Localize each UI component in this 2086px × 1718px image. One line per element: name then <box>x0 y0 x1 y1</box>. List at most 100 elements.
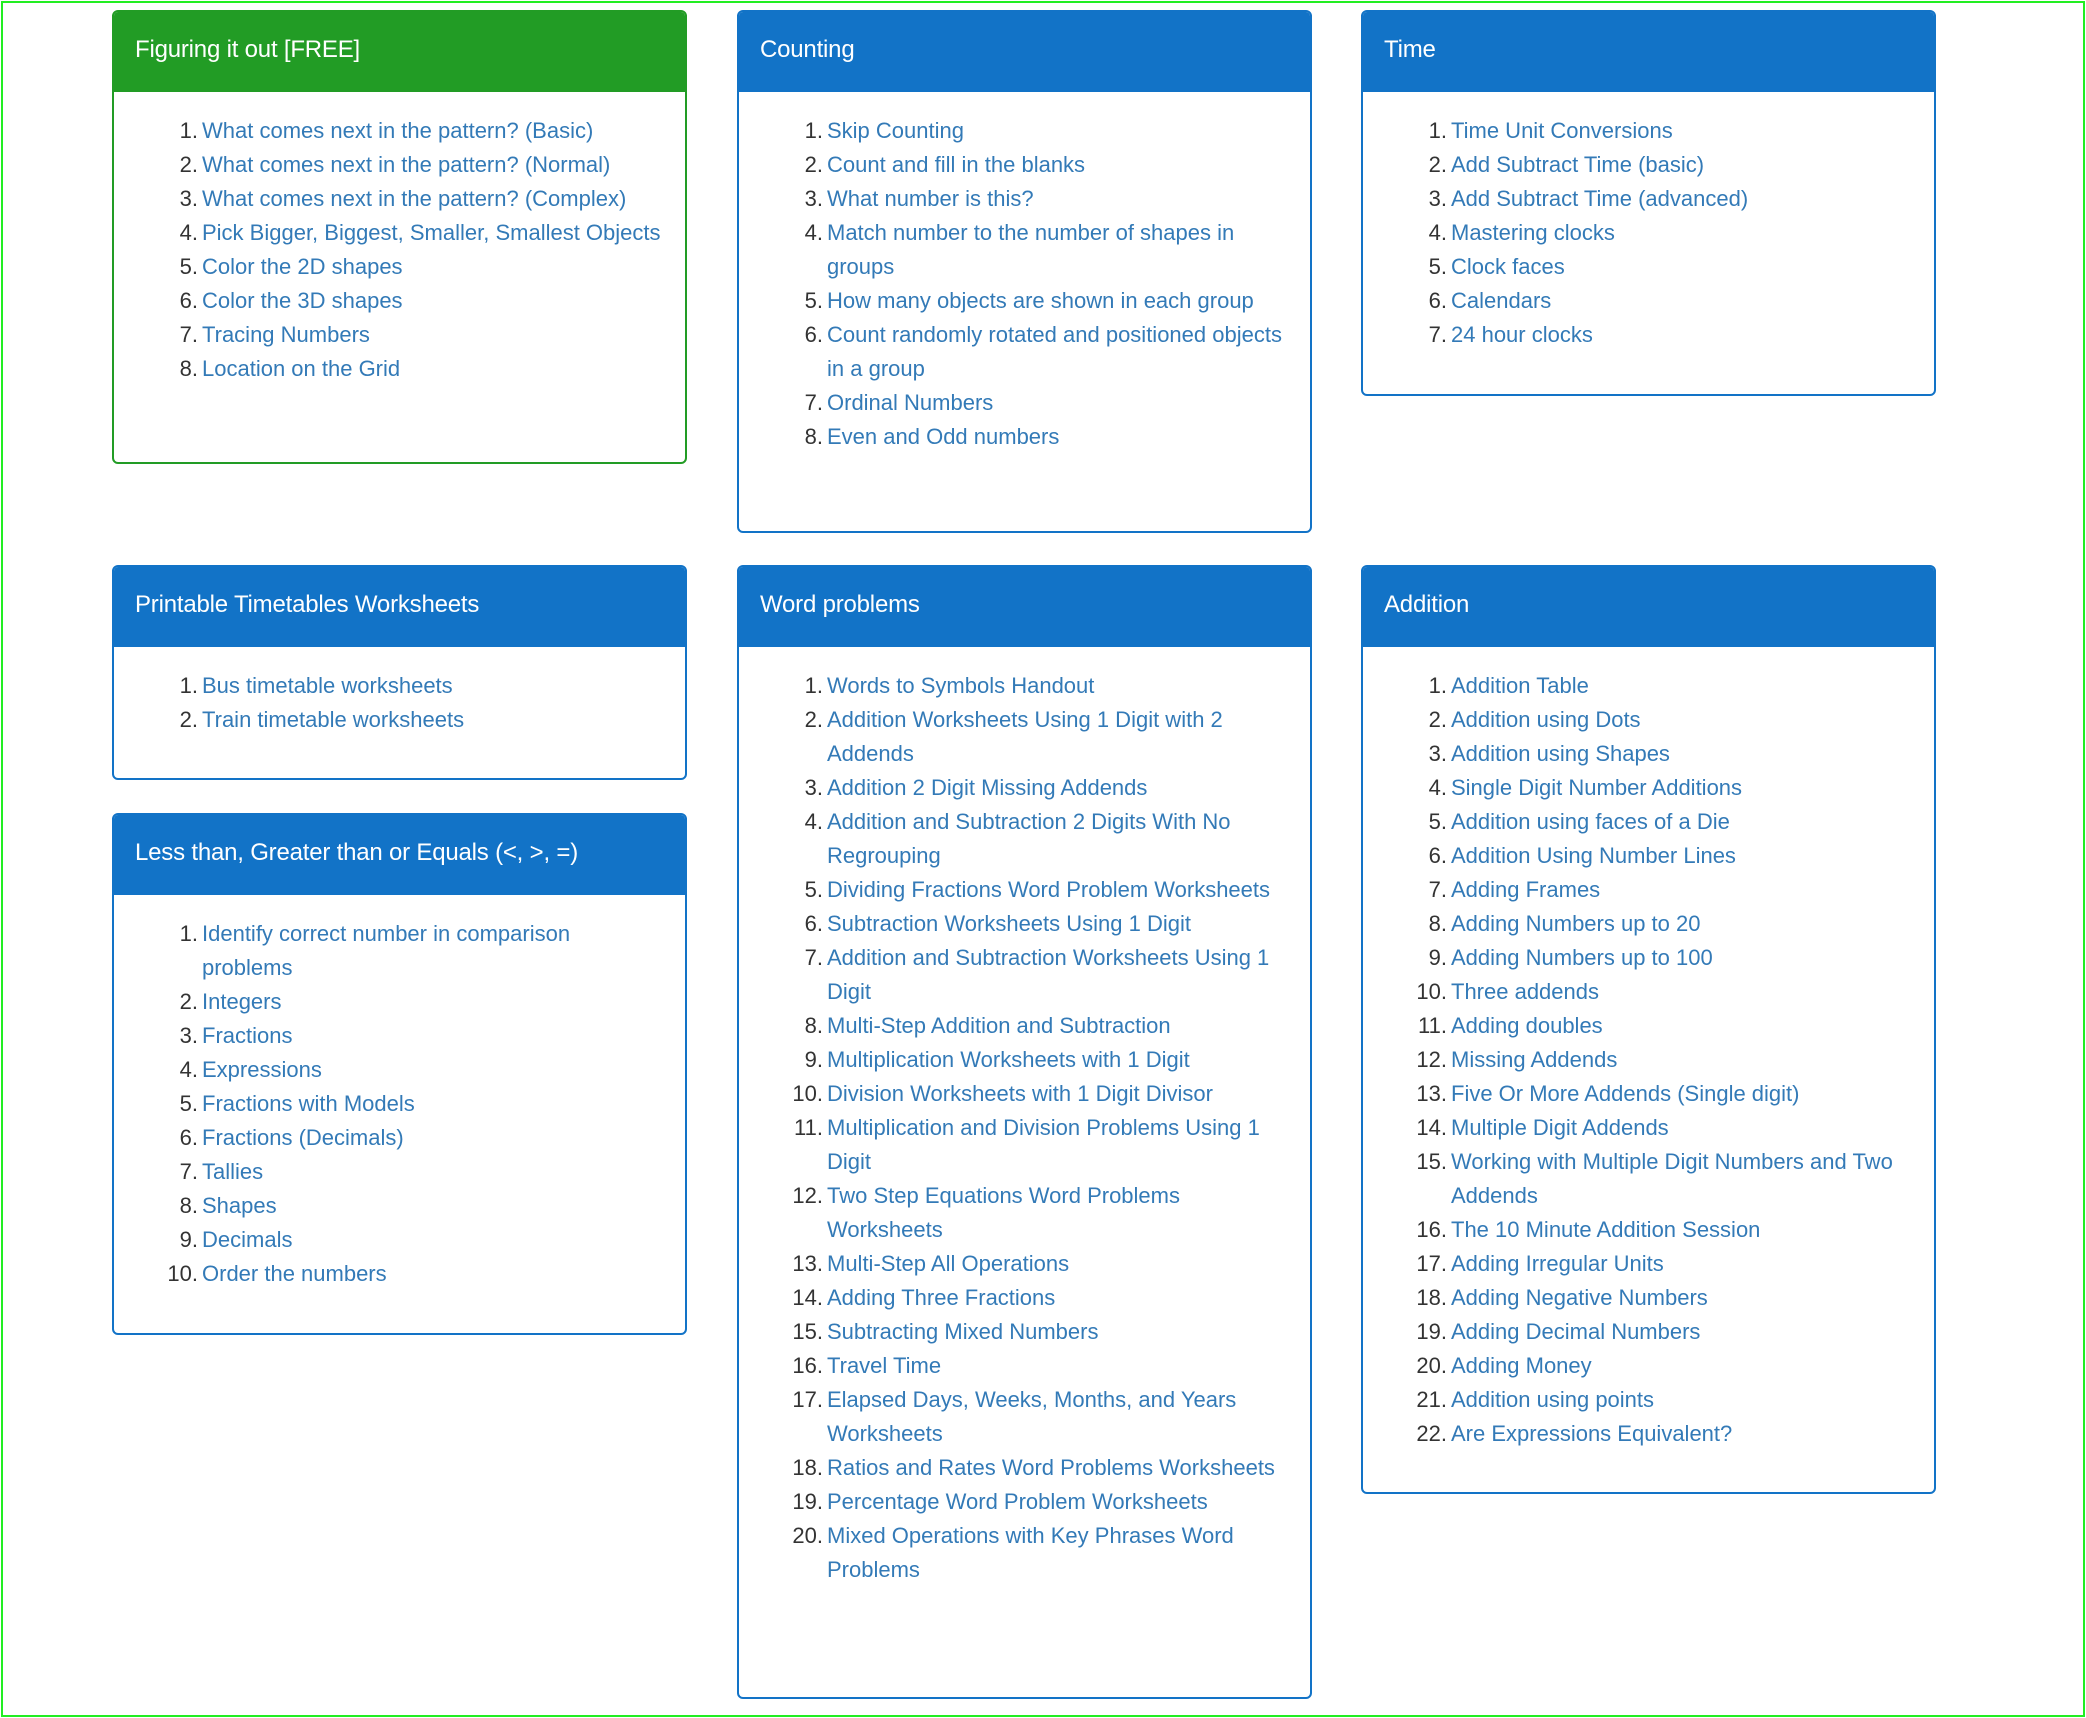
worksheet-link[interactable]: Color the 2D shapes <box>202 254 403 279</box>
worksheet-link[interactable]: Adding Money <box>1451 1353 1592 1378</box>
worksheet-link[interactable]: Ordinal Numbers <box>827 390 993 415</box>
item-number: 6. <box>179 1125 198 1150</box>
item-number: 19. <box>1416 1319 1447 1344</box>
worksheet-link[interactable]: Adding Negative Numbers <box>1451 1285 1708 1310</box>
worksheet-link[interactable]: Addition and Subtraction Worksheets Usin… <box>827 945 1269 1004</box>
worksheet-link[interactable]: Even and Odd numbers <box>827 424 1059 449</box>
worksheet-link[interactable]: Addition using Dots <box>1451 707 1641 732</box>
worksheet-link[interactable]: Identify correct number in comparison pr… <box>202 921 570 980</box>
worksheet-link[interactable]: Adding Decimal Numbers <box>1451 1319 1700 1344</box>
worksheet-link[interactable]: Order the numbers <box>202 1261 387 1286</box>
worksheet-link[interactable]: The 10 Minute Addition Session <box>1451 1217 1760 1242</box>
item-number: 20. <box>792 1523 823 1548</box>
worksheet-link[interactable]: 24 hour clocks <box>1451 322 1593 347</box>
worksheet-link[interactable]: Add Subtract Time (advanced) <box>1451 186 1748 211</box>
list-item: 16. The 10 Minute Addition Session <box>1416 1213 1914 1247</box>
worksheet-link[interactable]: Multi-Step All Operations <box>827 1251 1069 1276</box>
worksheet-link[interactable]: Adding Frames <box>1451 877 1600 902</box>
list-item: 7. Tracing Numbers <box>180 318 665 352</box>
item-number: 1. <box>179 921 198 946</box>
worksheet-link[interactable]: Pick Bigger, Biggest, Smaller, Smallest … <box>202 220 661 245</box>
list-item: 6. Calendars <box>1429 284 1914 318</box>
worksheet-link[interactable]: Clock faces <box>1451 254 1565 279</box>
worksheet-link[interactable]: Single Digit Number Additions <box>1451 775 1742 800</box>
worksheet-link[interactable]: Add Subtract Time (basic) <box>1451 152 1704 177</box>
worksheet-link[interactable]: Adding Three Fractions <box>827 1285 1055 1310</box>
worksheet-link[interactable]: Three addends <box>1451 979 1599 1004</box>
worksheet-link[interactable]: Multiplication and Division Problems Usi… <box>827 1115 1260 1174</box>
worksheet-link[interactable]: Fractions with Models <box>202 1091 415 1116</box>
worksheet-link[interactable]: Elapsed Days, Weeks, Months, and Years W… <box>827 1387 1236 1446</box>
worksheet-link[interactable]: Multiple Digit Addends <box>1451 1115 1669 1140</box>
worksheet-link[interactable]: Multi-Step Addition and Subtraction <box>827 1013 1171 1038</box>
worksheet-link[interactable]: Train timetable worksheets <box>202 707 464 732</box>
worksheet-link[interactable]: Adding Numbers up to 100 <box>1451 945 1713 970</box>
worksheet-link[interactable]: Adding Numbers up to 20 <box>1451 911 1701 936</box>
worksheet-link[interactable]: What number is this? <box>827 186 1034 211</box>
worksheet-link[interactable]: Shapes <box>202 1193 277 1218</box>
worksheet-link[interactable]: Percentage Word Problem Worksheets <box>827 1489 1208 1514</box>
list-item: 3. Add Subtract Time (advanced) <box>1429 182 1914 216</box>
worksheet-link[interactable]: Mastering clocks <box>1451 220 1615 245</box>
worksheet-link[interactable]: Adding doubles <box>1451 1013 1603 1038</box>
worksheet-link[interactable]: Words to Symbols Handout <box>827 673 1094 698</box>
worksheet-link[interactable]: Tallies <box>202 1159 263 1184</box>
worksheet-link[interactable]: Addition Table <box>1451 673 1589 698</box>
item-number: 3. <box>179 1023 198 1048</box>
worksheet-link[interactable]: What comes next in the pattern? (Complex… <box>202 186 626 211</box>
worksheet-link[interactable]: Decimals <box>202 1227 292 1252</box>
item-number: 4. <box>804 220 823 245</box>
list-item: 14. Multiple Digit Addends <box>1416 1111 1914 1145</box>
worksheet-link[interactable]: Count randomly rotated and positioned ob… <box>827 322 1282 381</box>
item-number: 11. <box>1418 1013 1447 1038</box>
worksheet-link[interactable]: Time Unit Conversions <box>1451 118 1673 143</box>
worksheet-link[interactable]: Match number to the number of shapes in … <box>827 220 1234 279</box>
worksheet-link[interactable]: Multiplication Worksheets with 1 Digit <box>827 1047 1190 1072</box>
worksheet-link[interactable]: Addition Using Number Lines <box>1451 843 1736 868</box>
worksheet-link[interactable]: What comes next in the pattern? (Normal) <box>202 152 610 177</box>
worksheet-link[interactable]: Skip Counting <box>827 118 964 143</box>
worksheet-link[interactable]: Addition and Subtraction 2 Digits With N… <box>827 809 1231 868</box>
worksheet-link[interactable]: Calendars <box>1451 288 1551 313</box>
worksheet-link[interactable]: Bus timetable worksheets <box>202 673 453 698</box>
item-number: 7. <box>179 1159 198 1184</box>
worksheet-link[interactable]: Dividing Fractions Word Problem Workshee… <box>827 877 1270 902</box>
worksheet-link[interactable]: What comes next in the pattern? (Basic) <box>202 118 593 143</box>
worksheet-link[interactable]: Missing Addends <box>1451 1047 1617 1072</box>
worksheet-link[interactable]: Addition using Shapes <box>1451 741 1670 766</box>
worksheet-link[interactable]: Addition Worksheets Using 1 Digit with 2… <box>827 707 1223 766</box>
worksheet-link[interactable]: Five Or More Addends (Single digit) <box>1451 1081 1800 1106</box>
worksheet-link[interactable]: Mixed Operations with Key Phrases Word P… <box>827 1523 1234 1582</box>
worksheet-link[interactable]: Fractions <box>202 1023 292 1048</box>
list-item: 11. Multiplication and Division Problems … <box>794 1111 1290 1179</box>
list-item: 22. Are Expressions Equivalent? <box>1416 1417 1914 1451</box>
worksheet-link[interactable]: Tracing Numbers <box>202 322 370 347</box>
item-number: 9. <box>804 1047 823 1072</box>
worksheet-link[interactable]: Subtraction Worksheets Using 1 Digit <box>827 911 1191 936</box>
worksheet-link[interactable]: Integers <box>202 989 282 1014</box>
worksheet-link[interactable]: Are Expressions Equivalent? <box>1451 1421 1732 1446</box>
list-item: 5. Color the 2D shapes <box>180 250 665 284</box>
worksheet-link[interactable]: Subtracting Mixed Numbers <box>827 1319 1098 1344</box>
worksheet-link[interactable]: Count and fill in the blanks <box>827 152 1085 177</box>
worksheet-link[interactable]: Adding Irregular Units <box>1451 1251 1664 1276</box>
list-item: 20. Mixed Operations with Key Phrases Wor… <box>792 1519 1290 1587</box>
worksheet-link[interactable]: How many objects are shown in each group <box>827 288 1254 313</box>
worksheet-link[interactable]: Working with Multiple Digit Numbers and … <box>1451 1149 1893 1208</box>
worksheet-link[interactable]: Division Worksheets with 1 Digit Divisor <box>827 1081 1213 1106</box>
worksheet-link[interactable]: Fractions (Decimals) <box>202 1125 404 1150</box>
worksheet-link[interactable]: Addition using points <box>1451 1387 1654 1412</box>
worksheet-link[interactable]: Color the 3D shapes <box>202 288 403 313</box>
worksheet-link[interactable]: Addition 2 Digit Missing Addends <box>827 775 1147 800</box>
item-number: 3. <box>1428 186 1447 211</box>
panel-body: 1. Addition Table 2. Addition using Dots 3. A… <box>1363 647 1934 1451</box>
worksheet-link[interactable]: Travel Time <box>827 1353 941 1378</box>
item-number: 18. <box>1416 1285 1447 1310</box>
item-number: 13. <box>792 1251 823 1276</box>
worksheet-link[interactable]: Two Step Equations Word Problems Workshe… <box>827 1183 1180 1242</box>
worksheet-link[interactable]: Addition using faces of a Die <box>1451 809 1730 834</box>
worksheet-link[interactable]: Location on the Grid <box>202 356 400 381</box>
worksheet-link[interactable]: Ratios and Rates Word Problems Worksheet… <box>827 1455 1275 1480</box>
worksheet-list: 1. Words to Symbols Handout 2. Addition Wor… <box>739 669 1290 1587</box>
worksheet-link[interactable]: Expressions <box>202 1057 322 1082</box>
